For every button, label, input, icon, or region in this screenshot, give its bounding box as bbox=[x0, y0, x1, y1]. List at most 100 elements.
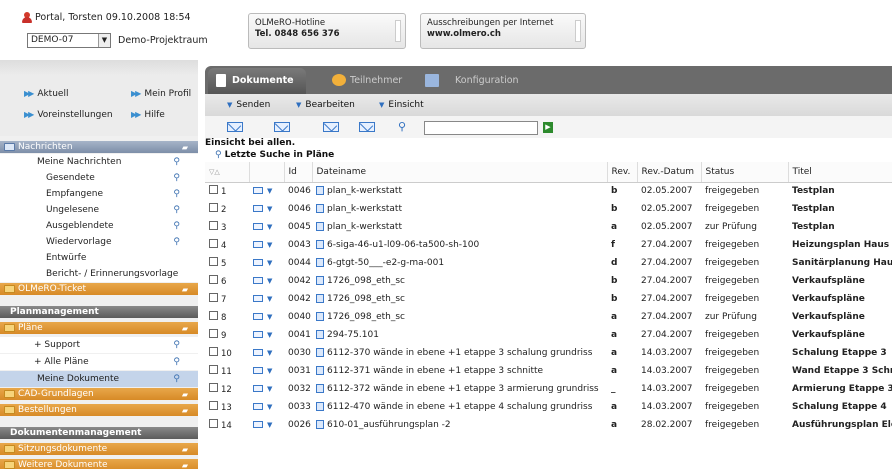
row-file[interactable]: 1726_098_eth_sc bbox=[312, 272, 607, 291]
nav-mein-profil[interactable]: ▶▶ Mein Profil bbox=[131, 89, 191, 99]
table-row[interactable]: 10 ▼ 0030 6112-370 wände in ebene +1 etappe… bbox=[205, 344, 892, 363]
chevron-down-icon[interactable]: ▼ bbox=[267, 187, 272, 195]
row-file[interactable]: 6112-371 wände in ebene +1 etappe 3 schn… bbox=[312, 362, 607, 381]
row-file[interactable]: 6-siga-46-u1-l09-06-ta500-sh-100 bbox=[312, 236, 607, 255]
row-file[interactable]: 1726_098_eth_sc bbox=[312, 290, 607, 309]
row-select[interactable]: 5 bbox=[205, 254, 249, 273]
row-actions[interactable]: ▼ bbox=[249, 416, 284, 435]
row-checkbox[interactable] bbox=[209, 347, 218, 356]
row-file[interactable]: plan_k-werkstatt bbox=[312, 200, 607, 219]
nav-voreinstellungen[interactable]: ▶▶ Voreinstellungen bbox=[24, 110, 113, 120]
tab-konfiguration[interactable]: Konfiguration bbox=[423, 68, 519, 94]
col-titel[interactable]: Titel bbox=[788, 162, 892, 183]
section-dokumentenmanagement[interactable]: Dokumentenmanagement bbox=[0, 427, 198, 439]
row-file[interactable]: 1726_098_eth_sc bbox=[312, 308, 607, 327]
section-bestellungen[interactable]: Bestellungen ▰ bbox=[0, 404, 198, 416]
section-plaene[interactable]: Pläne ▰ bbox=[0, 322, 198, 334]
row-select[interactable]: 11 bbox=[205, 362, 249, 381]
search-icon[interactable]: ⚲ bbox=[398, 120, 420, 134]
envelope-icon[interactable] bbox=[253, 277, 263, 284]
section-planmanagement[interactable]: Planmanagement bbox=[0, 306, 198, 318]
search-input[interactable] bbox=[424, 121, 538, 135]
col-id[interactable]: Id bbox=[284, 162, 313, 183]
row-select[interactable]: 14 bbox=[205, 416, 249, 435]
table-row[interactable]: 9 ▼ 0041 294-75.101 a 27.04.2007 freigegeben Ve… bbox=[205, 326, 892, 345]
row-actions[interactable]: ▼ bbox=[249, 218, 284, 237]
table-row[interactable]: 14 ▼ 0026 610-01_ausführungsplan -2 a 28.02.2… bbox=[205, 416, 892, 435]
go-button[interactable]: ▶ bbox=[543, 122, 553, 133]
col-sort[interactable]: ▽△ bbox=[205, 162, 250, 183]
row-select[interactable]: 6 bbox=[205, 272, 249, 291]
row-checkbox[interactable] bbox=[209, 185, 218, 194]
row-file[interactable]: 6-gtgt-50___-e2-g-ma-001 bbox=[312, 254, 607, 273]
table-row[interactable]: 7 ▼ 0042 1726_098_eth_sc b 27.04.2007 freigege… bbox=[205, 290, 892, 309]
table-row[interactable]: 11 ▼ 0031 6112-371 wände in ebene +1 etappe… bbox=[205, 362, 892, 381]
chevron-down-icon[interactable]: ▼ bbox=[267, 259, 272, 267]
section-weitere-dokumente[interactable]: Weitere Dokumente ▰ bbox=[0, 459, 198, 469]
menu-bearbeiten[interactable]: ▼ Bearbeiten bbox=[296, 100, 355, 110]
tree-gesendete[interactable]: Gesendete ⚲ bbox=[0, 170, 198, 186]
table-row[interactable]: 13 ▼ 0033 6112-470 wände in ebene +1 etappe… bbox=[205, 398, 892, 417]
menu-einsicht[interactable]: ▼ Einsicht bbox=[379, 100, 424, 110]
envelope-icon[interactable] bbox=[253, 259, 263, 266]
envelope-icon[interactable] bbox=[253, 313, 263, 320]
tree-support[interactable]: + Support ⚲ bbox=[0, 337, 198, 353]
nav-aktuell[interactable]: ▶▶ Aktuell bbox=[24, 89, 68, 99]
section-olmero-ticket[interactable]: OLMeRO-Ticket ▰ bbox=[0, 283, 198, 295]
row-actions[interactable]: ▼ bbox=[249, 182, 284, 201]
edit-message-icon[interactable] bbox=[272, 120, 294, 134]
envelope-icon[interactable] bbox=[253, 241, 263, 248]
table-row[interactable]: 1 ▼ 0046 plan_k-werkstatt b 02.05.2007 freigeg… bbox=[205, 182, 892, 201]
tree-meine-dokumente[interactable]: Meine Dokumente ⚲ bbox=[0, 371, 198, 387]
row-actions[interactable]: ▼ bbox=[249, 398, 284, 417]
row-checkbox[interactable] bbox=[209, 329, 218, 338]
row-checkbox[interactable] bbox=[209, 311, 218, 320]
envelope-icon[interactable] bbox=[253, 187, 263, 194]
tree-ungelesene[interactable]: Ungelesene ⚲ bbox=[0, 202, 198, 218]
table-row[interactable]: 2 ▼ 0046 plan_k-werkstatt b 02.05.2007 freigeg… bbox=[205, 200, 892, 219]
col-dateiname[interactable]: Dateiname bbox=[312, 162, 608, 183]
project-select[interactable]: DEMO-07 ▼ bbox=[27, 33, 111, 48]
row-checkbox[interactable] bbox=[209, 293, 218, 302]
tree-ausgeblendete[interactable]: Ausgeblendete ⚲ bbox=[0, 218, 198, 234]
envelope-icon[interactable] bbox=[253, 223, 263, 230]
row-checkbox[interactable] bbox=[209, 383, 218, 392]
row-select[interactable]: 1 bbox=[205, 182, 249, 201]
chevron-down-icon[interactable]: ▼ bbox=[267, 223, 272, 231]
envelope-icon[interactable] bbox=[253, 367, 263, 374]
row-select[interactable]: 10 bbox=[205, 344, 249, 363]
chevron-down-icon[interactable]: ▼ bbox=[267, 205, 272, 213]
row-select[interactable]: 2 bbox=[205, 200, 249, 219]
table-row[interactable]: 12 ▼ 0032 6112-372 wände in ebene +1 etappe… bbox=[205, 380, 892, 399]
hotline-box[interactable]: OLMeRO-Hotline Tel. 0848 656 376 bbox=[248, 13, 406, 49]
row-file[interactable]: plan_k-werkstatt bbox=[312, 182, 607, 201]
menu-senden[interactable]: ▼ Senden bbox=[227, 100, 270, 110]
row-select[interactable]: 13 bbox=[205, 398, 249, 417]
row-file[interactable]: 294-75.101 bbox=[312, 326, 607, 345]
row-checkbox[interactable] bbox=[209, 257, 218, 266]
row-file[interactable]: 6112-370 wände in ebene +1 etappe 3 scha… bbox=[312, 344, 607, 363]
row-actions[interactable]: ▼ bbox=[249, 344, 284, 363]
table-row[interactable]: 5 ▼ 0044 6-gtgt-50___-e2-g-ma-001 d 27.04.200… bbox=[205, 254, 892, 273]
envelope-icon[interactable] bbox=[253, 421, 263, 428]
row-actions[interactable]: ▼ bbox=[249, 290, 284, 309]
row-select[interactable]: 12 bbox=[205, 380, 249, 399]
row-checkbox[interactable] bbox=[209, 401, 218, 410]
table-row[interactable]: 4 ▼ 0043 6-siga-46-u1-l09-06-ta500-sh-100 f 2… bbox=[205, 236, 892, 255]
chevron-down-icon[interactable]: ▼ bbox=[267, 385, 272, 393]
recent-search[interactable]: ⚲ Letzte Suche in Pläne bbox=[215, 150, 334, 160]
col-revdatum[interactable]: Rev.-Datum bbox=[637, 162, 702, 183]
envelope-icon[interactable] bbox=[253, 295, 263, 302]
table-row[interactable]: 3 ▼ 0045 plan_k-werkstatt a 02.05.2007 zur Prü… bbox=[205, 218, 892, 237]
tree-empfangene[interactable]: Empfangene ⚲ bbox=[0, 186, 198, 202]
row-checkbox[interactable] bbox=[209, 275, 218, 284]
row-select[interactable]: 8 bbox=[205, 308, 249, 327]
envelope-icon[interactable] bbox=[253, 205, 263, 212]
envelope-icon[interactable] bbox=[253, 385, 263, 392]
row-file[interactable]: 6112-372 wände in ebene +1 etappe 3 armi… bbox=[312, 380, 607, 399]
col-rev[interactable]: Rev. bbox=[607, 162, 638, 183]
row-actions[interactable]: ▼ bbox=[249, 200, 284, 219]
chevron-down-icon[interactable]: ▼ bbox=[267, 313, 272, 321]
tree-entwuerfe[interactable]: Entwürfe bbox=[0, 250, 198, 266]
row-actions[interactable]: ▼ bbox=[249, 362, 284, 381]
